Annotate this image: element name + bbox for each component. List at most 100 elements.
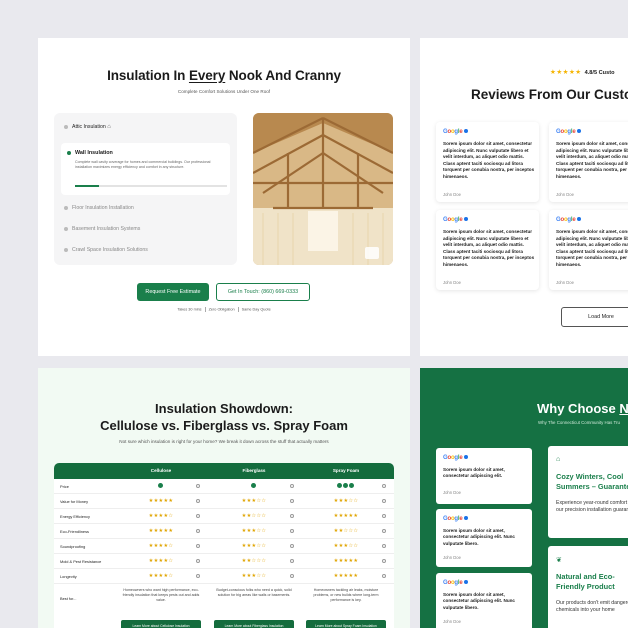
table-row: Energy Efficiency ★★★★☆ ★★☆☆☆ ★★★★★	[54, 509, 394, 524]
info-icon	[196, 498, 200, 503]
service-item-wall[interactable]: Wall Insulation Complete wall cavity cov…	[61, 143, 230, 195]
table-row: Eco-Friendliness ★★★★★ ★★★☆☆ ★★☆☆☆	[54, 524, 394, 539]
service-item-floor[interactable]: Floor Insulation Installation	[64, 205, 134, 211]
rating-summary: ★★★★★ 4.8/5 Custo	[550, 69, 615, 76]
reviews-title: Reviews From Our Custom	[471, 87, 628, 102]
star-rating: ★★★☆☆	[241, 573, 267, 579]
bullet-icon	[64, 226, 68, 231]
thermometer-icon: ⌂	[556, 456, 561, 463]
star-rating: ★★★★★	[148, 498, 174, 504]
info-icon	[382, 543, 386, 548]
bullet-icon	[64, 124, 68, 129]
reviews-section: ★★★★★ 4.8/5 Custo Reviews From Our Custom…	[420, 38, 628, 356]
table-row: Longevity ★★★★☆ ★★★☆☆ ★★★★★	[54, 569, 394, 584]
star-rating: ★★★☆☆	[333, 543, 359, 549]
insulation-section: Insulation In Every Nook And Cranny Comp…	[38, 38, 410, 356]
info-icon	[196, 483, 200, 488]
star-rating: ★★★★☆	[148, 558, 174, 564]
star-rating: ★★★★★	[333, 558, 359, 564]
comparison-table: Cellulose Fiberglass Spray Foam Price Va…	[54, 463, 394, 628]
google-icon: Google	[443, 129, 469, 135]
best-for-row: Best for... Homeowners who want high per…	[60, 588, 379, 602]
service-item-attic[interactable]: Attic Insulation ⌂	[64, 124, 111, 130]
why-choose-section: Why Choose N Why The Connecticut Communi…	[420, 368, 628, 628]
review-card: Google Sorem ipsum dolor sit amet, conse…	[436, 573, 532, 628]
service-description: Complete wall cavity coverage for homes …	[75, 160, 211, 169]
review-card: Google Sorem ipsum dolor sit amet, conse…	[436, 210, 539, 290]
bullet-icon	[64, 247, 68, 252]
price-indicator	[158, 483, 164, 490]
price-indicator	[251, 483, 257, 490]
learn-more-fiberglass-button[interactable]: Learn More about Fiberglass Insulation	[214, 620, 294, 628]
info-icon	[290, 558, 294, 563]
learn-more-cellulose-button[interactable]: Learn More about Cellulose Insulation	[121, 620, 201, 628]
google-icon: Google	[443, 516, 469, 522]
attic-photo	[253, 113, 393, 265]
info-icon	[196, 573, 200, 578]
star-rating: ★★☆☆☆	[241, 513, 267, 519]
info-icon	[382, 513, 386, 518]
review-card: Google Sorem ipsum dolor sit amet, conse…	[436, 509, 532, 567]
showdown-subtitle: Not sure which insulation is right for y…	[119, 439, 329, 444]
verified-icon	[464, 455, 469, 460]
info-icon	[382, 498, 386, 503]
feature-card: ❦ Natural and Eco-Friendly Product Our p…	[548, 546, 628, 628]
review-card: Google Sorem ipsum dolor sit amet, conse…	[549, 210, 628, 290]
google-icon: Google	[443, 580, 469, 586]
info-icon	[290, 573, 294, 578]
verified-icon	[577, 129, 582, 134]
service-item-basement[interactable]: Basement Insulation Systems	[64, 226, 140, 232]
price-coin-icon	[158, 483, 163, 488]
price-coin-icon	[343, 483, 348, 488]
verified-icon	[464, 580, 469, 585]
service-item-crawl-space[interactable]: Crawl Space Insulation Solutions	[64, 247, 148, 253]
star-rating: ★★★★☆	[148, 513, 174, 519]
load-more-button[interactable]: Load More	[561, 307, 628, 327]
table-row: Value for Money ★★★★★ ★★★☆☆ ★★★☆☆	[54, 494, 394, 509]
google-icon: Google	[443, 455, 469, 461]
progress-bar	[75, 185, 227, 187]
star-rating: ★★☆☆☆	[333, 528, 359, 534]
verified-icon	[577, 217, 582, 222]
table-header: Cellulose Fiberglass Spray Foam	[54, 463, 394, 479]
bullet-icon	[64, 205, 68, 210]
star-rating: ★★★☆☆	[333, 498, 359, 504]
star-rating: ★★★★★	[333, 573, 359, 579]
feature-card: ⌂ Cozy Winters, Cool Summers – Guarante …	[548, 446, 628, 538]
star-icon: ★★★★★	[550, 69, 582, 76]
section-title: Insulation In Every Nook And Cranny	[107, 68, 341, 83]
info-icon	[196, 528, 200, 533]
fine-print: Takes 30 mins Zero Obligation Same Day Quo…	[177, 307, 271, 312]
info-icon	[290, 483, 294, 488]
why-title: Why Choose N	[537, 401, 628, 416]
verified-icon	[464, 129, 469, 134]
request-estimate-button[interactable]: Request Free Estimate	[137, 283, 209, 301]
learn-more-spray-foam-button[interactable]: Learn More about Spray Foam Insulation	[306, 620, 386, 628]
info-icon	[290, 528, 294, 533]
star-rating: ★★☆☆☆	[241, 558, 267, 564]
column-header: Fiberglass	[242, 468, 266, 473]
why-subtitle: Why The Connecticut Community Has Tru	[538, 420, 620, 425]
review-card: Google Sorem ipsum dolor sit amet, conse…	[549, 122, 628, 202]
price-coin-icon	[251, 483, 256, 488]
info-icon	[382, 483, 386, 488]
info-icon	[196, 543, 200, 548]
get-in-touch-button[interactable]: Get In Touch: (860) 669-0333	[216, 283, 310, 301]
info-icon	[382, 558, 386, 563]
info-icon	[290, 543, 294, 548]
price-indicator	[337, 483, 355, 490]
table-row: Soundproofing ★★★★☆ ★★★☆☆ ★★★☆☆	[54, 539, 394, 554]
verified-icon	[464, 516, 469, 521]
star-rating: ★★★★☆	[148, 543, 174, 549]
table-row: Mold & Pest Resistance ★★★★☆ ★★☆☆☆ ★★★★★	[54, 554, 394, 569]
section-subtitle: Complete Comfort Solutions Under One Roo…	[177, 89, 271, 94]
star-rating: ★★★☆☆	[241, 528, 267, 534]
service-list: Attic Insulation ⌂ Wall Insulation Compl…	[54, 113, 237, 265]
showdown-title-line1: Insulation Showdown:	[155, 401, 293, 416]
table-row: Price	[54, 479, 394, 494]
star-rating: ★★★☆☆	[241, 498, 267, 504]
verified-icon	[464, 217, 469, 222]
column-header: Spray Foam	[332, 468, 360, 473]
info-icon	[382, 573, 386, 578]
showdown-section: Insulation Showdown: Cellulose vs. Fiber…	[38, 368, 410, 628]
